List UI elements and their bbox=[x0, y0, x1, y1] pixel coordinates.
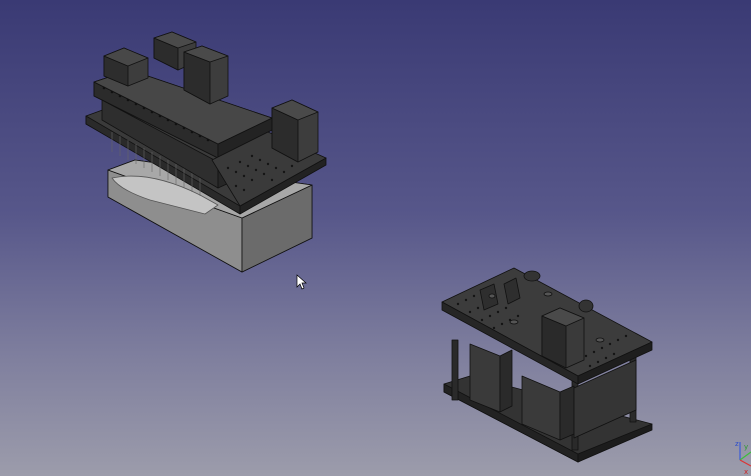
pcb-assembly-with-enclosure[interactable] bbox=[85, 31, 327, 273]
x-axis-line bbox=[739, 459, 751, 467]
axis-cross: z y x bbox=[735, 440, 751, 476]
x-axis-label: x bbox=[744, 468, 748, 476]
large-capacitor-block bbox=[469, 343, 513, 413]
top-header-connector bbox=[541, 307, 585, 369]
stacked-pcb-assembly[interactable] bbox=[441, 267, 653, 463]
mouse-pointer-icon bbox=[296, 274, 307, 290]
y-axis-line bbox=[739, 451, 751, 461]
y-axis-label: y bbox=[744, 443, 748, 451]
z-axis-label: z bbox=[735, 440, 739, 448]
3d-viewport[interactable]: z y x bbox=[0, 0, 751, 476]
